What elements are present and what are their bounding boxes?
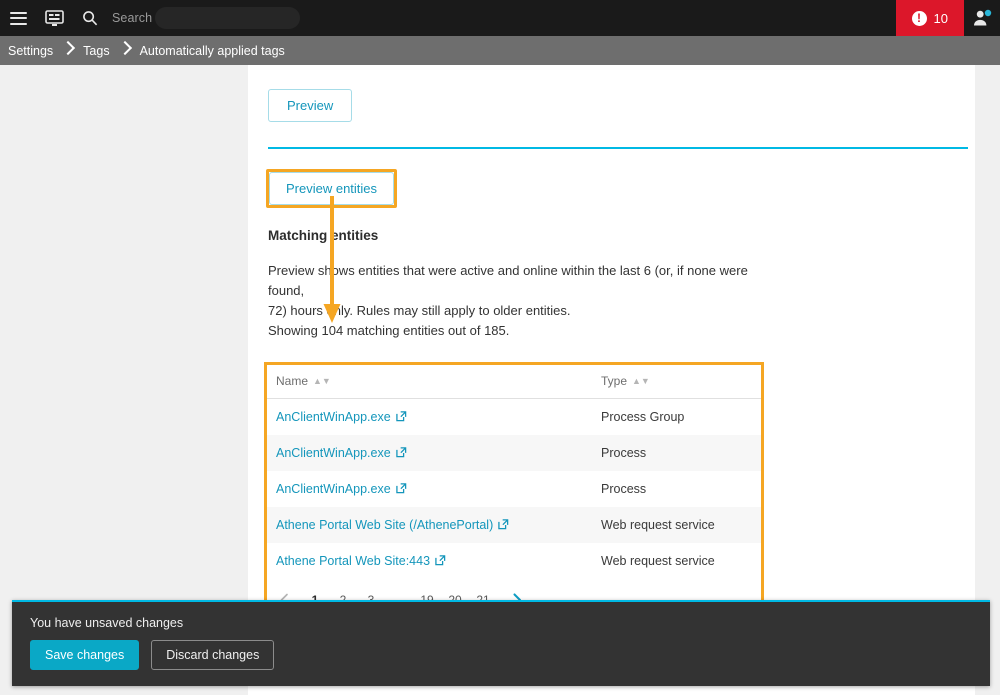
entities-table-head: Name ▲▼ Type ▲▼: [264, 361, 764, 399]
alert-count: 10: [933, 10, 948, 26]
cell-type: Process: [589, 434, 764, 471]
entity-link[interactable]: AnClientWinApp.exe: [276, 482, 407, 496]
entity-name: AnClientWinApp.exe: [276, 445, 391, 460]
preview-entities-button[interactable]: Preview entities: [269, 172, 395, 205]
table-row: AnClientWinApp.exe Process: [264, 434, 764, 471]
breadcrumb-separator-icon: [119, 36, 131, 65]
user-profile-glyph: [974, 9, 992, 26]
description-line-1: Preview shows entities that were active …: [268, 263, 748, 299]
breadcrumb: Settings Tags Automatically applied tags: [0, 36, 1000, 65]
cell-name: AnClientWinApp.exe: [264, 398, 589, 435]
entities-table: Name ▲▼ Type ▲▼ AnClientWinApp.exe Proce…: [264, 361, 764, 579]
monitor-dashboard-glyph: [44, 9, 64, 26]
description-line-3: Showing 104 matching entities out of 185…: [268, 323, 510, 339]
hamburger-menu-icon[interactable]: [0, 0, 36, 36]
cell-type: Process Group: [601, 409, 685, 424]
entity-name: AnClientWinApp.exe: [276, 409, 391, 424]
cell-type: Web request service: [589, 506, 764, 543]
cell-name: Athene Portal Web Site (/AthenePortal): [264, 506, 589, 543]
table-row: Athene Portal Web Site:443 Web request s…: [264, 543, 764, 579]
save-changes-button[interactable]: Save changes: [30, 640, 140, 670]
entities-table-body: AnClientWinApp.exe Process Group AnClien…: [264, 398, 764, 579]
external-link-icon: [395, 411, 406, 422]
entities-table-header-row: Name ▲▼ Type ▲▼: [264, 361, 764, 399]
sort-updown-icon: ▲▼: [313, 375, 331, 386]
external-link-icon: [435, 555, 446, 566]
entity-name: AnClientWinApp.exe: [276, 481, 391, 496]
discard-changes-button[interactable]: Discard changes: [151, 640, 275, 670]
unsaved-changes-actions: Save changes Discard changes: [12, 630, 990, 670]
sort-updown-icon: ▲▼: [632, 375, 650, 386]
content-panel-inner: Preview Preview entities Matching entiti…: [248, 65, 975, 623]
cell-name: AnClientWinApp.exe: [264, 434, 589, 471]
table-row: AnClientWinApp.exe Process Group: [264, 398, 764, 435]
breadcrumb-item-current: Automatically applied tags: [139, 43, 285, 58]
entity-link[interactable]: AnClientWinApp.exe: [276, 446, 407, 460]
monitor-dashboard-icon[interactable]: [36, 0, 72, 36]
search-input[interactable]: Search: [110, 7, 300, 29]
search-glyph: [83, 11, 98, 26]
app-root: Search ! 10 Settings Tags Automatically …: [0, 0, 1000, 695]
entity-name: Athene Portal Web Site (/AthenePortal): [276, 517, 494, 532]
topbar-right-group: ! 10: [895, 0, 1000, 36]
section-divider: [268, 147, 968, 149]
breadcrumb-item-tags[interactable]: Tags: [74, 44, 118, 58]
cell-type: Process: [601, 481, 647, 496]
alert-exclamation-icon: !: [911, 10, 927, 26]
cell-name: AnClientWinApp.exe: [264, 471, 589, 507]
entity-link[interactable]: Athene Portal Web Site:443: [276, 554, 446, 568]
top-navigation-bar: Search ! 10: [0, 0, 1000, 36]
entity-link[interactable]: AnClientWinApp.exe: [276, 410, 407, 424]
search-input-background: [155, 7, 300, 29]
unsaved-changes-message: You have unsaved changes: [30, 616, 184, 630]
preview-button[interactable]: Preview: [268, 89, 353, 122]
unsaved-changes-bar: You have unsaved changes Save changes Di…: [12, 600, 990, 686]
column-header-name[interactable]: Name ▲▼: [264, 361, 589, 399]
search-icon[interactable]: [72, 0, 108, 36]
search-area: Search: [72, 0, 896, 36]
user-profile-icon[interactable]: [964, 0, 1000, 36]
description-line-2: 72) hours only. Rules may still apply to…: [268, 303, 571, 319]
cell-name: Athene Portal Web Site:443: [264, 543, 589, 579]
matching-entities-title: Matching entities: [268, 228, 379, 243]
search-placeholder: Search: [112, 11, 153, 25]
column-header-type-label: Type: [601, 373, 628, 388]
column-header-name-label: Name: [276, 373, 309, 388]
external-link-icon: [395, 447, 406, 458]
alert-badge[interactable]: ! 10: [895, 0, 964, 36]
matching-entities-description: Preview shows entities that were active …: [268, 261, 773, 342]
breadcrumb-item-settings[interactable]: Settings: [0, 44, 62, 58]
cell-type: Web request service: [601, 553, 715, 568]
entities-table-wrapper: Name ▲▼ Type ▲▼ AnClientWinApp.exe Proce…: [264, 361, 764, 623]
preview-entities-wrapper: Preview entities: [266, 169, 398, 208]
entity-link[interactable]: Athene Portal Web Site (/AthenePortal): [276, 518, 509, 532]
table-row: Athene Portal Web Site (/AthenePortal) W…: [264, 506, 764, 543]
entity-name: Athene Portal Web Site:443: [276, 553, 431, 568]
column-header-type[interactable]: Type ▲▼: [589, 361, 764, 399]
external-link-icon: [498, 519, 509, 530]
breadcrumb-separator-icon: [62, 36, 74, 65]
external-link-icon: [395, 483, 406, 494]
table-row: AnClientWinApp.exe Process: [264, 471, 764, 507]
